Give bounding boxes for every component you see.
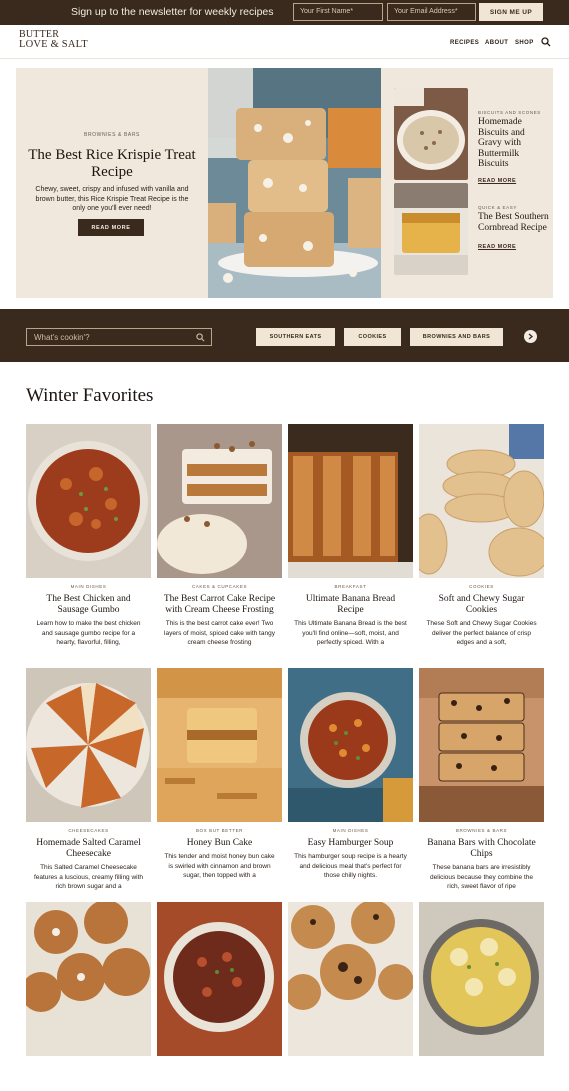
section-title: Winter Favorites (26, 385, 154, 406)
recipe-image[interactable] (157, 424, 282, 578)
recipe-card-row3-3[interactable] (288, 902, 413, 1091)
hero-image-rice-krispie-treats[interactable] (208, 68, 381, 298)
recipe-category[interactable]: BREAKFAST (288, 584, 413, 589)
recipe-description: Learn how to make the best chicken and s… (36, 620, 141, 646)
side-2-category[interactable]: QUICK & EASY (478, 205, 517, 210)
side-2-title[interactable]: The Best Southern Cornbread Recipe (478, 212, 550, 233)
recipe-card-gumbo[interactable]: MAIN DISHES The Best Chicken and Sausage… (26, 424, 151, 648)
recipe-title[interactable]: Ultimate Banana Bread Recipe (288, 594, 413, 616)
recipe-image[interactable] (26, 668, 151, 822)
sign-up-button[interactable]: SIGN ME UP (479, 3, 543, 21)
recipe-image[interactable] (288, 668, 413, 822)
hero-category[interactable]: BROWNIES & BARS (16, 132, 208, 138)
recipe-image[interactable] (288, 902, 413, 1056)
recipe-image[interactable] (157, 902, 282, 1056)
recipe-title[interactable]: Soft and Chewy Sugar Cookies (419, 594, 544, 616)
recipe-description: This hamburger soup recipe is a hearty a… (294, 853, 407, 879)
chevron-right-icon[interactable] (524, 330, 537, 343)
recipe-description: These Soft and Chewy Sugar Cookies deliv… (426, 620, 537, 646)
side-2-read-more-link[interactable]: READ MORE (478, 244, 516, 250)
biscuits-gravy-image[interactable] (394, 88, 468, 180)
nav-recipes[interactable]: RECIPES (450, 40, 479, 46)
recipe-description (288, 1062, 413, 1091)
recipe-description: This Salted Caramel Cheesecake features … (33, 864, 144, 890)
nav-shop[interactable]: SHOP (515, 40, 534, 46)
recipe-category[interactable]: MAIN DISHES (26, 584, 151, 589)
newsletter-promo-text: Sign up to the newsletter for weekly rec… (71, 6, 274, 18)
chip-brownies-and-bars[interactable]: BROWNIES AND BARS (410, 328, 503, 346)
hero-title[interactable]: The Best Rice Krispie Treat Recipe (26, 147, 198, 181)
chip-cookies[interactable]: COOKIES (344, 328, 401, 346)
recipe-title[interactable]: The Best Chicken and Sausage Gumbo (26, 594, 151, 616)
recipe-description (157, 1062, 282, 1091)
email-field[interactable]: Your Email Address* (387, 3, 476, 21)
recipe-card-banana-bread[interactable]: BREAKFAST Ultimate Banana Bread Recipe T… (288, 424, 413, 648)
search-placeholder: What's cookin'? (34, 333, 90, 342)
recipe-category[interactable]: CAKES & CUPCAKES (157, 584, 282, 589)
category-bar: What's cookin'? SOUTHERN EATS COOKIES BR… (0, 309, 569, 362)
hero-read-more-button[interactable]: READ MORE (78, 219, 144, 236)
recipe-title[interactable]: Banana Bars with Chocolate Chips (419, 838, 544, 860)
recipe-card-caramel-cheesecake[interactable]: CHEESECAKES Homemade Salted Caramel Chee… (26, 668, 151, 892)
chip-southern-eats[interactable]: SOUTHERN EATS (256, 328, 335, 346)
recipe-category[interactable]: MAIN DISHES (288, 828, 413, 833)
recipe-description (419, 1062, 544, 1091)
recipe-card-banana-bars[interactable]: BROWNIES & BARS Banana Bars with Chocola… (419, 668, 544, 892)
site-logo[interactable]: BUTTER LOVE & SALT (19, 30, 88, 50)
recipe-description (26, 1062, 151, 1091)
recipe-image[interactable] (419, 424, 544, 578)
recipe-image[interactable] (288, 424, 413, 578)
side-1-category[interactable]: BISCUITS AND SCONES (478, 110, 541, 115)
recipe-category[interactable]: COOKIES (419, 584, 544, 589)
recipe-category[interactable]: BROWNIES & BARS (419, 828, 544, 833)
featured-hero: BROWNIES & BARS The Best Rice Krispie Tr… (16, 68, 553, 298)
recipe-image[interactable] (419, 668, 544, 822)
hero-text-panel: BROWNIES & BARS The Best Rice Krispie Tr… (16, 68, 208, 298)
search-icon[interactable] (541, 37, 551, 47)
recipe-description: This Ultimate Banana Bread is the best y… (294, 620, 407, 646)
search-icon[interactable] (196, 333, 205, 342)
recipe-title[interactable]: The Best Carrot Cake Recipe with Cream C… (157, 594, 282, 616)
recipe-category[interactable]: BOX BUT BETTER (157, 828, 282, 833)
recipe-search-input[interactable]: What's cookin'? (26, 328, 212, 346)
nav-about[interactable]: ABOUT (485, 40, 508, 46)
hero-description: Chewy, sweet, crispy and infused with va… (35, 186, 189, 212)
recipe-title[interactable]: Easy Hamburger Soup (288, 838, 413, 849)
newsletter-bar: Sign up to the newsletter for weekly rec… (0, 0, 569, 25)
recipe-description: This is the best carrot cake ever! Two l… (164, 620, 275, 646)
recipe-card-sugar-cookies[interactable]: COOKIES Soft and Chewy Sugar Cookies The… (419, 424, 544, 648)
recipe-card-row3-1[interactable] (26, 902, 151, 1091)
recipe-card-row3-4[interactable] (419, 902, 544, 1091)
recipe-image[interactable] (419, 902, 544, 1056)
side-feature-biscuits: BISCUITS AND SCONES Homemade Biscuits an… (394, 88, 553, 188)
site-header: BUTTER LOVE & SALT RECIPES ABOUT SHOP (0, 25, 569, 59)
recipe-category[interactable]: CHEESECAKES (26, 828, 151, 833)
recipe-title[interactable]: Honey Bun Cake (157, 838, 282, 849)
cornbread-image[interactable] (394, 183, 468, 275)
recipe-card-hamburger-soup[interactable]: MAIN DISHES Easy Hamburger Soup This ham… (288, 668, 413, 881)
recipe-image[interactable] (157, 668, 282, 822)
recipe-card-row3-2[interactable] (157, 902, 282, 1091)
recipe-title[interactable]: Homemade Salted Caramel Cheesecake (26, 838, 151, 860)
side-1-title[interactable]: Homemade Biscuits and Gravy with Butterm… (478, 117, 550, 170)
recipe-card-carrot-cake[interactable]: CAKES & CUPCAKES The Best Carrot Cake Re… (157, 424, 282, 648)
recipe-image[interactable] (26, 424, 151, 578)
first-name-field[interactable]: Your First Name* (293, 3, 383, 21)
recipe-description: This tender and moist honey bun cake is … (164, 853, 275, 879)
recipe-image[interactable] (26, 902, 151, 1056)
recipe-card-honey-bun-cake[interactable]: BOX BUT BETTER Honey Bun Cake This tende… (157, 668, 282, 881)
recipe-description: These banana bars are irresistibly delic… (430, 864, 533, 890)
side-feature-cornbread: QUICK & EASY The Best Southern Cornbread… (394, 183, 553, 283)
logo-line-2: LOVE & SALT (19, 39, 88, 50)
